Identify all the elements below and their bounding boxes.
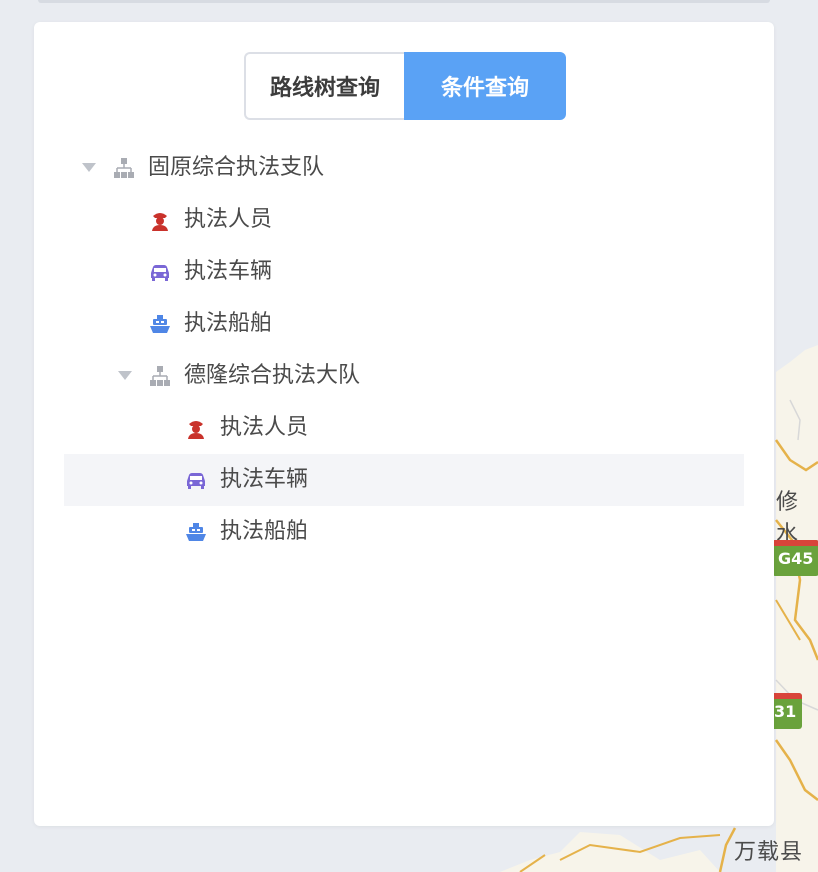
road-shield-31: 31: [770, 693, 803, 729]
ship-icon: [186, 523, 206, 541]
map-label-wanzai: 万载县: [734, 840, 804, 865]
tree-node-sub-personnel[interactable]: 执法人员: [34, 402, 774, 454]
tree-node-sub-vehicles[interactable]: 执法车辆: [34, 454, 774, 506]
org-tree-icon: [150, 366, 170, 386]
tree-node-sub-brigade[interactable]: 德隆综合执法大队: [34, 350, 774, 402]
tree-node-label: 执法车辆: [220, 467, 309, 492]
top-strip: [38, 0, 770, 3]
tree-node-ships[interactable]: 执法船舶: [34, 298, 774, 350]
tree-node-label: 执法船舶: [184, 311, 273, 336]
car-icon: [187, 473, 205, 489]
map-label-xiushui: 修水: [776, 490, 800, 547]
query-mode-tabs: 路线树查询 条件查询: [244, 52, 566, 120]
officer-icon: [188, 421, 204, 439]
ship-icon: [150, 315, 170, 333]
car-icon: [151, 265, 169, 281]
tree-node-label: 德隆综合执法大队: [184, 363, 361, 388]
tree-node-label: 执法车辆: [184, 259, 273, 284]
tree-node-root[interactable]: 固原综合执法支队: [34, 142, 774, 194]
tree-node-sub-ships[interactable]: 执法船舶: [34, 506, 774, 558]
tree-node-label: 执法船舶: [220, 519, 309, 544]
tree-node-vehicles[interactable]: 执法车辆: [34, 246, 774, 298]
officer-icon: [152, 213, 168, 231]
query-panel: 路线树查询 条件查询 固原综合执法支队 执法人员 执法车辆 执法船舶 德隆综合执…: [34, 22, 774, 826]
org-tree-icon: [114, 158, 134, 178]
caret-down-icon[interactable]: [82, 163, 96, 172]
road-shield-g45: G45: [772, 540, 818, 576]
tree-node-label: 执法人员: [220, 415, 309, 440]
tab-condition-query[interactable]: 条件查询: [404, 52, 566, 120]
tab-route-tree[interactable]: 路线树查询: [244, 52, 404, 120]
tree-node-label: 固原综合执法支队: [148, 155, 325, 180]
caret-down-icon[interactable]: [118, 371, 132, 380]
org-tree: 固原综合执法支队 执法人员 执法车辆 执法船舶 德隆综合执法大队 执法人员 执法…: [34, 142, 774, 558]
tree-node-personnel[interactable]: 执法人员: [34, 194, 774, 246]
tree-node-label: 执法人员: [184, 207, 273, 232]
